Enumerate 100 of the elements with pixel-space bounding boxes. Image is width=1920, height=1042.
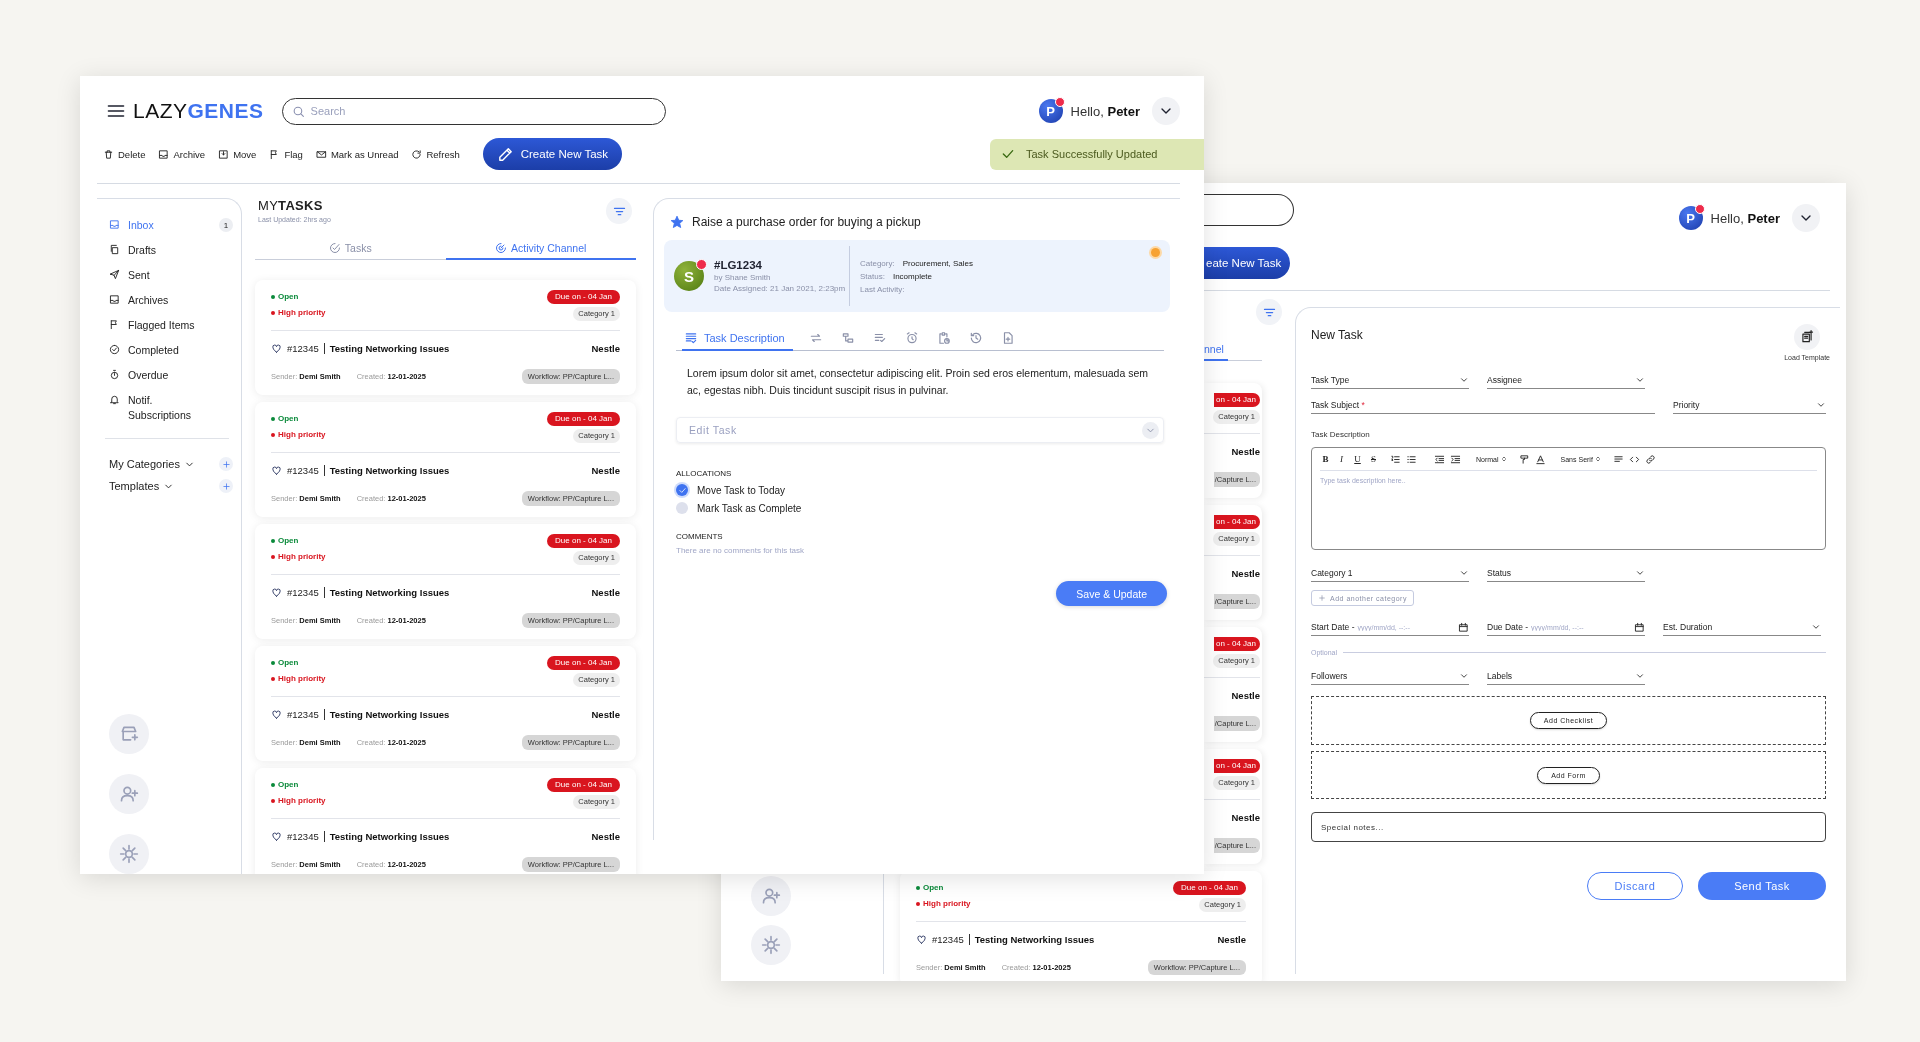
chevron-down-icon[interactable] xyxy=(1152,97,1180,125)
toolbar-button[interactable]: Flag xyxy=(269,148,303,160)
format-button[interactable]: S xyxy=(1368,454,1379,464)
heart-icon[interactable] xyxy=(271,708,282,720)
avatar[interactable]: P xyxy=(1678,206,1703,230)
avatar[interactable]: P xyxy=(1038,99,1063,123)
outdent-icon[interactable] xyxy=(1434,453,1445,465)
text-color-icon[interactable] xyxy=(1534,453,1546,465)
meta-label: Category: xyxy=(860,258,895,268)
chevron-down-icon xyxy=(1816,400,1826,410)
link-icon[interactable] xyxy=(1644,453,1656,465)
heart-icon[interactable] xyxy=(271,586,282,598)
discard-button[interactable]: Discard xyxy=(1587,872,1683,900)
heart-icon[interactable] xyxy=(271,342,282,354)
chevron-down-icon[interactable] xyxy=(1792,204,1820,232)
chevron-down-icon xyxy=(1142,421,1159,439)
add-user-icon[interactable] xyxy=(751,876,791,916)
task-title: Testing Networking Issues xyxy=(974,933,1095,945)
bullet-list-icon[interactable] xyxy=(1406,453,1417,465)
tab[interactable]: Activity Channel xyxy=(445,238,636,260)
client-name: Nestle xyxy=(591,830,620,842)
calendar-icon[interactable] xyxy=(1634,621,1645,633)
task-id: #LG1234 xyxy=(714,259,763,271)
nav-item[interactable]: Overdue xyxy=(109,363,233,388)
dropdown-field[interactable]: Labels xyxy=(1487,668,1645,685)
priority-label: High priority xyxy=(271,306,326,319)
nav-item[interactable]: Notif. Subscriptions xyxy=(109,388,233,428)
heart-icon[interactable] xyxy=(271,464,282,476)
toolbar-button[interactable]: Delete xyxy=(103,148,146,160)
due-badge: on - 04 Jan xyxy=(1213,515,1260,529)
flag-icon xyxy=(109,319,120,330)
priority-label: High priority xyxy=(271,428,326,441)
client-name: Nestle xyxy=(1231,445,1260,457)
dropdown-field[interactable]: Task Type xyxy=(1311,372,1469,389)
star-icon[interactable] xyxy=(670,215,684,229)
chevron-down-icon xyxy=(1811,622,1821,632)
due-badge: on - 04 Jan xyxy=(1213,759,1260,773)
status-label: Open xyxy=(271,534,326,547)
toolbar-button[interactable]: Move xyxy=(218,148,257,160)
archive-icon xyxy=(158,148,170,160)
create-task-button[interactable]: Create New Task xyxy=(482,138,623,170)
priority-label: High priority xyxy=(271,672,326,685)
nav-item[interactable]: Completed xyxy=(109,338,233,363)
add-icon[interactable] xyxy=(219,457,233,471)
search-field[interactable]: Search xyxy=(281,97,666,125)
chevron-down-icon xyxy=(1459,671,1469,681)
calendar-icon[interactable] xyxy=(1458,621,1469,633)
nav-item[interactable]: Drafts xyxy=(109,238,233,263)
radio-option[interactable]: Mark Task as Complete xyxy=(676,502,802,514)
due-badge: Due on - 04 Jan xyxy=(547,412,620,426)
dropdown-field[interactable]: Priority xyxy=(1673,397,1826,414)
add-user-icon[interactable] xyxy=(109,774,149,814)
group-toggle[interactable]: Templates xyxy=(109,480,175,492)
nav-item[interactable]: Sent xyxy=(109,263,233,288)
filter-icon[interactable] xyxy=(1256,299,1282,325)
edit-icon xyxy=(496,145,514,163)
heart-icon[interactable] xyxy=(916,933,927,945)
format-button[interactable]: U xyxy=(1352,454,1363,464)
format-button[interactable]: I xyxy=(1336,454,1347,464)
heart-icon[interactable] xyxy=(271,830,282,842)
bell-icon xyxy=(109,394,120,405)
add-store-icon[interactable] xyxy=(109,714,149,754)
send-task-button[interactable]: Send Task xyxy=(1698,872,1826,900)
align-icon[interactable] xyxy=(1612,453,1624,465)
notification-dot xyxy=(1694,204,1705,214)
dropdown-field[interactable]: Followers xyxy=(1311,668,1469,685)
create-task-button[interactable]: eate New Task xyxy=(1204,247,1291,279)
save-update-button[interactable]: Save & Update xyxy=(1056,581,1167,606)
client-name: Nestle xyxy=(1231,689,1260,701)
task-title: Testing Networking Issues xyxy=(329,342,450,354)
task-id: #12345 xyxy=(287,342,325,354)
target-icon xyxy=(495,242,508,254)
add-icon[interactable] xyxy=(219,479,233,493)
meta-label: Status: xyxy=(860,271,885,281)
section-title: COMMENTS xyxy=(676,532,723,541)
group-toggle[interactable]: My Categories xyxy=(109,458,195,470)
numbered-list-icon[interactable] xyxy=(1390,453,1401,465)
nav-item[interactable]: Archives xyxy=(109,288,233,313)
status-label: Open xyxy=(271,656,326,669)
dropdown-field[interactable]: Status xyxy=(1487,565,1645,582)
indent-icon[interactable] xyxy=(1450,453,1461,465)
client-name: Nestle xyxy=(1231,567,1260,579)
paint-roller-icon[interactable] xyxy=(1518,453,1530,465)
text-field[interactable]: Task Subject * xyxy=(1311,397,1655,414)
toolbar-button[interactable]: Mark as Unread xyxy=(315,148,399,160)
dropdown-field[interactable]: Est. Duration xyxy=(1663,619,1821,636)
nav-item[interactable]: Flagged Items xyxy=(109,313,233,338)
client-name: Nestle xyxy=(591,342,620,354)
notes-field[interactable]: Special notes... xyxy=(1311,812,1826,842)
dropdown-field[interactable]: Assignee xyxy=(1487,372,1645,389)
filter-icon[interactable] xyxy=(606,198,632,224)
dropdown-field[interactable]: Category 1 xyxy=(1311,565,1469,582)
toolbar-button[interactable]: Refresh xyxy=(411,148,460,160)
nav-item[interactable]: Inbox 1 xyxy=(109,213,233,238)
radio-option[interactable]: Move Task to Today xyxy=(676,484,785,496)
tab[interactable]: Task Description xyxy=(682,326,793,351)
toolbar-button[interactable]: Archive xyxy=(158,148,206,160)
format-button[interactable]: B xyxy=(1320,454,1331,464)
alarm-icon xyxy=(904,330,919,345)
template-icon[interactable] xyxy=(1794,324,1820,350)
